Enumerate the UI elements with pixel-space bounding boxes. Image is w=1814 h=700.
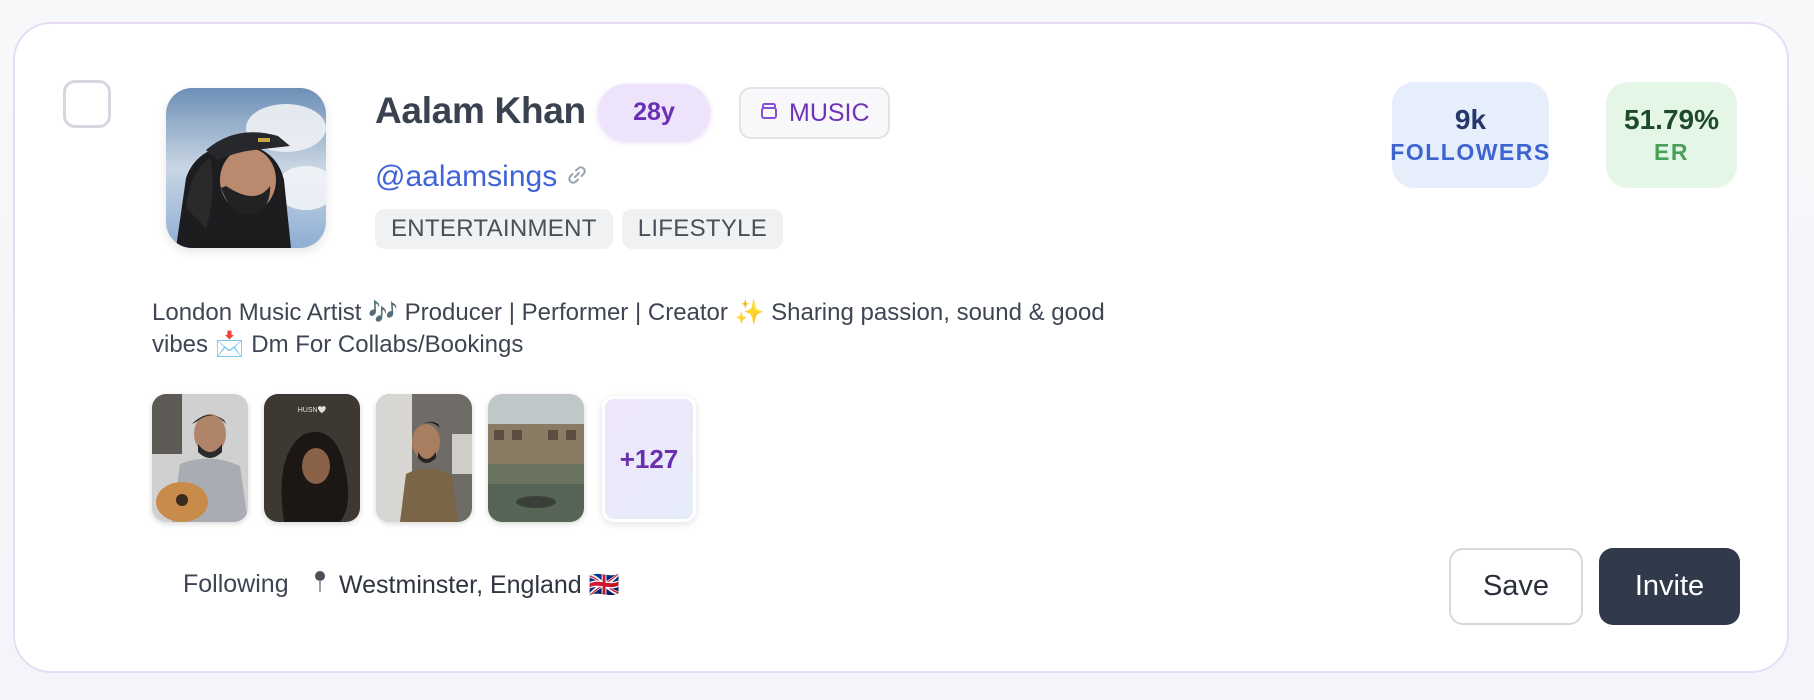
post-thumbnail[interactable] <box>488 394 584 522</box>
tag-list: ENTERTAINMENT LIFESTYLE <box>375 209 784 249</box>
location: Westminster, England 🇬🇧 <box>313 570 620 601</box>
followers-stat: 9k FOLLOWERS <box>1390 82 1551 188</box>
invite-button[interactable]: Invite <box>1599 548 1740 625</box>
post-thumbnail[interactable] <box>152 394 248 522</box>
cube-icon <box>759 99 779 128</box>
canal-town-photo <box>488 394 584 522</box>
followers-label: FOLLOWERS <box>1390 139 1551 165</box>
bio-text: London Music Artist 🎶 Producer | Perform… <box>152 299 1105 358</box>
followers-value: 9k <box>1454 104 1487 135</box>
er-stat: 51.79% ER <box>1606 82 1737 188</box>
thumbnail-caption: HUSN🤍 <box>298 405 327 414</box>
avatar-photo <box>166 88 326 248</box>
more-posts-button[interactable]: +127 <box>602 396 696 522</box>
avatar[interactable] <box>166 88 326 248</box>
post-thumbnail[interactable]: HUSN🤍 <box>264 394 360 522</box>
save-button[interactable]: Save <box>1449 548 1583 625</box>
tag-lifestyle: LIFESTYLE <box>621 209 784 249</box>
creator-name: Aalam Khan <box>375 90 586 131</box>
pin-icon <box>313 570 327 601</box>
post-thumbnail[interactable] <box>376 394 472 522</box>
profile-window-photo <box>376 394 472 522</box>
post-thumbnails: HUSN🤍 +127 <box>152 394 696 522</box>
guitar-player-photo <box>152 394 248 522</box>
er-value: 51.79% <box>1624 104 1719 135</box>
following-status: Following <box>183 570 289 598</box>
age-badge: 28y <box>598 84 710 140</box>
category-label: MUSIC <box>789 98 870 127</box>
category-badge[interactable]: MUSIC <box>739 87 890 139</box>
long-hair-portrait-photo: HUSN🤍 <box>264 394 360 522</box>
location-text: Westminster, England 🇬🇧 <box>339 571 620 599</box>
link-icon[interactable] <box>567 165 587 190</box>
er-label: ER <box>1654 139 1689 165</box>
creator-card: Aalam Khan 28y MUSIC @aalamsings ENTERTA… <box>13 22 1789 673</box>
select-checkbox[interactable] <box>63 80 111 128</box>
tag-entertainment: ENTERTAINMENT <box>375 209 613 249</box>
handle-link[interactable]: @aalamsings <box>375 160 557 194</box>
handle-row: @aalamsings <box>375 160 587 194</box>
